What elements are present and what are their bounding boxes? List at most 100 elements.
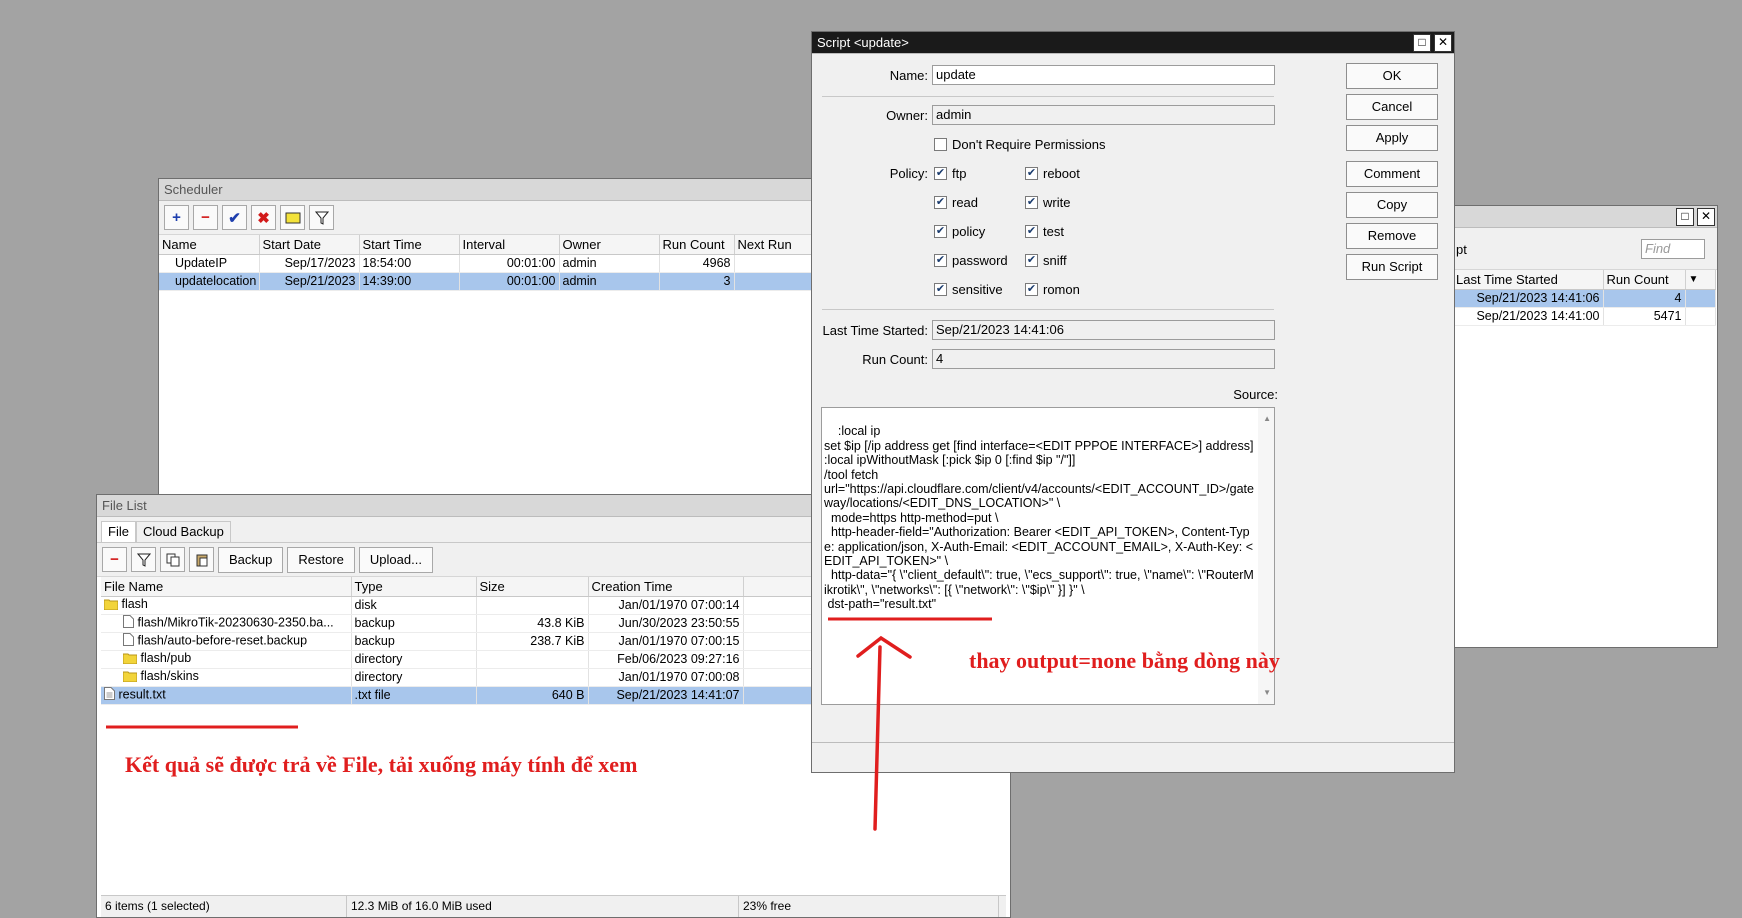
table-row[interactable]: flash/MikroTik-20230630-2350.ba... backu… <box>101 614 812 633</box>
run-count-field[interactable]: 4 <box>932 349 1275 369</box>
policy-reboot-label: reboot <box>1043 166 1080 181</box>
table-row[interactable]: flash/pub directory Feb/06/2023 09:27:16 <box>101 650 812 669</box>
policy-read-checkbox[interactable]: ✔ read <box>934 195 978 210</box>
cell-run-count: 4 <box>1603 289 1686 308</box>
policy-password-label: password <box>952 253 1008 268</box>
policy-policy-checkbox[interactable]: ✔ policy <box>934 224 985 239</box>
remove-icon[interactable]: − <box>193 205 218 230</box>
table-row[interactable]: Sep/21/2023 14:41:06 4 <box>1453 289 1716 308</box>
scheduler-toolbar: + − ✔ ✖ <box>159 201 812 235</box>
col-last-time-started[interactable]: Last Time Started <box>1453 270 1604 290</box>
run-script-button[interactable]: Run Script <box>1346 254 1438 280</box>
cell-size: 238.7 KiB <box>476 632 589 651</box>
table-row[interactable]: flash/skins directory Jan/01/1970 07:00:… <box>101 668 812 687</box>
table-row[interactable]: flash/auto-before-reset.backup backup 23… <box>101 632 812 651</box>
policy-ftp-checkbox[interactable]: ✔ ftp <box>934 166 966 181</box>
folder-icon <box>122 670 138 685</box>
paste-icon[interactable] <box>189 547 214 572</box>
cell-created: Feb/06/2023 09:27:16 <box>588 650 744 669</box>
policy-test-checkbox[interactable]: ✔ test <box>1025 224 1064 239</box>
filter-icon[interactable] <box>309 205 334 230</box>
policy-policy-label: policy <box>952 224 986 239</box>
remove-icon[interactable]: − <box>102 547 127 572</box>
upload-button[interactable]: Upload... <box>358 546 433 573</box>
table-row[interactable]: Sep/21/2023 14:41:00 5471 <box>1453 307 1716 326</box>
maximize-icon[interactable]: □ <box>1676 208 1694 226</box>
policy-test-label: test <box>1043 224 1064 239</box>
name-label: Name: <box>889 68 928 83</box>
policy-reboot-checkbox[interactable]: ✔ reboot <box>1025 166 1080 181</box>
checkmark-icon: ✔ <box>934 167 947 180</box>
policy-romon-checkbox[interactable]: ✔ romon <box>1025 282 1080 297</box>
disable-x-icon[interactable]: ✖ <box>251 205 276 230</box>
cancel-button[interactable]: Cancel <box>1346 94 1438 120</box>
cell-size: 43.8 KiB <box>476 614 589 633</box>
col-run-count[interactable]: Run Count <box>1603 270 1686 290</box>
cell-start-date: Sep/21/2023 <box>259 272 360 291</box>
find-input[interactable]: Find <box>1641 239 1705 259</box>
ok-button[interactable]: OK <box>1346 63 1438 89</box>
comment-button[interactable]: Comment <box>1346 161 1438 187</box>
policy-read-label: read <box>952 195 979 210</box>
tab-cloud-backup[interactable]: Cloud Backup <box>135 521 231 542</box>
apply-button[interactable]: Apply <box>1346 125 1438 151</box>
file-name: flash/pub <box>140 651 192 666</box>
run-count-label: Run Count: <box>862 352 928 367</box>
owner-field[interactable]: admin <box>932 105 1275 125</box>
name-field[interactable]: update <box>932 65 1275 85</box>
col-start-time[interactable]: Start Time <box>359 235 460 255</box>
maximize-icon[interactable]: □ <box>1413 34 1431 52</box>
add-icon[interactable]: + <box>164 205 189 230</box>
jobs-tab-partial[interactable]: pt <box>1456 242 1467 257</box>
tab-file[interactable]: File <box>101 521 136 542</box>
cell-name: updatelocation <box>159 272 260 291</box>
col-name[interactable]: Name <box>159 235 260 255</box>
cell-created: Sep/21/2023 14:41:07 <box>588 686 744 705</box>
file-name: flash/skins <box>140 669 199 684</box>
policy-ftp-label: ftp <box>952 166 967 181</box>
cell-name: UpdateIP <box>159 254 260 273</box>
status-free: 23% free <box>739 896 999 917</box>
file-icon <box>123 615 134 631</box>
close-icon[interactable]: ✕ <box>1697 208 1715 226</box>
remove-button[interactable]: Remove <box>1346 223 1438 249</box>
policy-write-checkbox[interactable]: ✔ write <box>1025 195 1070 210</box>
last-time-started-field[interactable]: Sep/21/2023 14:41:06 <box>932 320 1275 340</box>
cell-start-time: 18:54:00 <box>359 254 460 273</box>
table-row[interactable]: result.txt .txt file 640 B Sep/21/2023 1… <box>101 686 812 705</box>
policy-sniff-label: sniff <box>1043 253 1067 268</box>
cell-type: backup <box>351 632 477 651</box>
backup-button[interactable]: Backup <box>218 546 284 573</box>
copy-button[interactable]: Copy <box>1346 192 1438 218</box>
policy-sensitive-checkbox[interactable]: ✔ sensitive <box>934 282 1003 297</box>
column-menu-icon[interactable]: ▼ <box>1685 270 1716 290</box>
scheduler-table: Name Start Date Start Time Interval Owne… <box>159 235 812 291</box>
table-row[interactable]: updatelocation Sep/21/2023 14:39:00 00:0… <box>159 272 812 291</box>
col-interval[interactable]: Interval <box>459 235 560 255</box>
table-row[interactable]: UpdateIP Sep/17/2023 18:54:00 00:01:00 a… <box>159 254 812 273</box>
cell-owner: admin <box>559 272 660 291</box>
policy-password-checkbox[interactable]: ✔ password <box>934 253 1008 268</box>
table-row[interactable]: flash disk Jan/01/1970 07:00:14 <box>101 596 812 615</box>
col-size[interactable]: Size <box>476 577 589 597</box>
col-run-count[interactable]: Run Count <box>659 235 735 255</box>
scroll-up-icon[interactable]: ▲ <box>1263 412 1271 426</box>
checkmark-icon: ✔ <box>934 196 947 209</box>
enable-check-icon[interactable]: ✔ <box>222 205 247 230</box>
cell-size <box>476 596 589 615</box>
scroll-down-icon[interactable]: ▼ <box>1263 686 1271 700</box>
col-type[interactable]: Type <box>351 577 477 597</box>
col-start-date[interactable]: Start Date <box>259 235 360 255</box>
filter-icon[interactable] <box>131 547 156 572</box>
col-owner[interactable]: Owner <box>559 235 660 255</box>
col-file-name[interactable]: File Name <box>101 577 352 597</box>
col-next-run[interactable]: Next Run <box>734 235 812 255</box>
policy-sniff-checkbox[interactable]: ✔ sniff <box>1025 253 1067 268</box>
restore-button[interactable]: Restore <box>287 546 355 573</box>
comment-note-icon[interactable] <box>280 205 305 230</box>
checkmark-icon: ✔ <box>934 283 947 296</box>
dont-require-permissions-checkbox[interactable]: Don't Require Permissions <box>934 137 1106 152</box>
col-creation-time[interactable]: Creation Time <box>588 577 744 597</box>
close-icon[interactable]: ✕ <box>1434 34 1452 52</box>
copy-icon[interactable] <box>160 547 185 572</box>
